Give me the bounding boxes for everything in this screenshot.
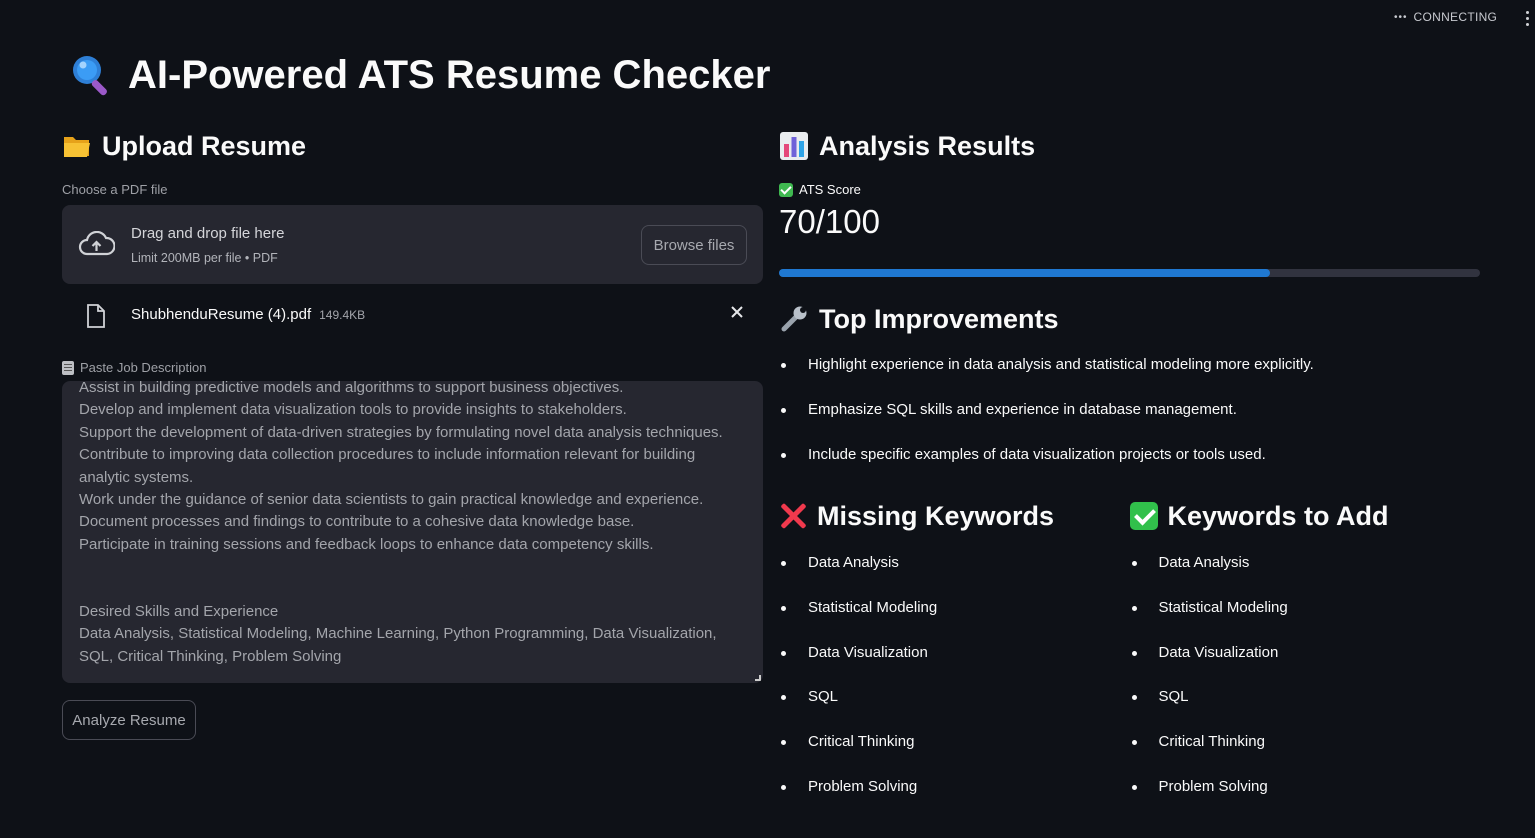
keyword-to-add-item: Data Visualization bbox=[1130, 643, 1481, 688]
dropzone-instructions: Drag and drop file here bbox=[131, 225, 285, 242]
magnifier-icon bbox=[73, 56, 107, 96]
file-dropzone[interactable]: Drag and drop file here Limit 200MB per … bbox=[62, 205, 763, 284]
ats-score-progress bbox=[779, 269, 1480, 277]
keyword-to-add-item: Data Analysis bbox=[1130, 553, 1481, 598]
wrench-icon bbox=[781, 306, 807, 332]
check-icon bbox=[779, 182, 793, 197]
resize-handle-icon[interactable] bbox=[755, 675, 761, 681]
ats-score-progress-fill bbox=[779, 269, 1270, 277]
missing-keywords-list: Data Analysis Statistical Modeling Data Vi… bbox=[779, 553, 1130, 822]
check-mark-icon bbox=[1129, 502, 1158, 530]
results-heading: Analysis Results bbox=[779, 128, 1480, 164]
uploaded-file: ShubhenduResume (4).pdf 149.4KB bbox=[62, 284, 763, 348]
missing-keyword-item: Data Visualization bbox=[779, 643, 1130, 688]
page-title: AI-Powered ATS Resume Checker bbox=[68, 52, 770, 98]
bar-chart-icon bbox=[780, 132, 808, 160]
keywords-to-add-column: Keywords to Add Data Analysis Statistical… bbox=[1129, 490, 1481, 822]
missing-keyword-item: Data Analysis bbox=[779, 553, 1130, 598]
browse-files-button[interactable]: Browse files bbox=[641, 225, 747, 265]
cloud-upload-icon bbox=[78, 231, 115, 256]
keywords-to-add-list: Data Analysis Statistical Modeling Data Vi… bbox=[1130, 553, 1481, 822]
analyze-resume-button[interactable]: Analyze Resume bbox=[62, 700, 196, 740]
missing-keyword-item: SQL bbox=[779, 687, 1130, 732]
dropzone-limit: Limit 200MB per file • PDF bbox=[131, 251, 278, 265]
improvements-heading: Top Improvements bbox=[779, 301, 1480, 337]
missing-keywords-column: Missing Keywords Data Analysis Statistica… bbox=[779, 490, 1130, 822]
file-uploader-label: Choose a PDF file bbox=[62, 182, 168, 197]
missing-keyword-item: Problem Solving bbox=[779, 777, 1130, 822]
page-title-text: AI-Powered ATS Resume Checker bbox=[128, 52, 771, 97]
top-bar: ••• CONNECTING bbox=[0, 0, 1535, 34]
remove-file-icon[interactable] bbox=[729, 304, 745, 320]
job-description-textarea[interactable]: Assist in building predictive models and… bbox=[62, 381, 763, 683]
missing-keywords-heading: Missing Keywords bbox=[779, 498, 1130, 534]
upload-column: Upload Resume Choose a PDF file Drag and… bbox=[62, 128, 763, 740]
missing-keyword-item: Statistical Modeling bbox=[779, 598, 1130, 643]
keywords-to-add-heading: Keywords to Add bbox=[1129, 498, 1481, 534]
ats-score-value: 70/100 bbox=[779, 203, 880, 240]
improvement-item: Highlight experience in data analysis an… bbox=[779, 355, 1480, 400]
keywords-section: Missing Keywords Data Analysis Statistica… bbox=[779, 490, 1480, 822]
results-column: Analysis Results ATS Score 70/100 Top Im… bbox=[779, 128, 1480, 822]
status-label: CONNECTING bbox=[1413, 10, 1498, 24]
file-name: ShubhenduResume (4).pdf bbox=[131, 306, 312, 323]
folder-icon bbox=[64, 137, 90, 157]
file-icon bbox=[87, 304, 105, 328]
upload-heading: Upload Resume bbox=[62, 128, 763, 164]
file-size: 149.4KB bbox=[319, 308, 366, 322]
ats-score-label: ATS Score bbox=[779, 182, 1480, 197]
improvements-list: Highlight experience in data analysis an… bbox=[779, 355, 1480, 490]
memo-icon bbox=[62, 360, 74, 375]
keyword-to-add-item: Statistical Modeling bbox=[1130, 598, 1481, 643]
status-dots-icon: ••• bbox=[1394, 11, 1408, 23]
connection-status: ••• CONNECTING bbox=[1394, 10, 1497, 24]
main-menu-button[interactable] bbox=[1520, 8, 1534, 28]
job-description-label: Paste Job Description bbox=[62, 360, 763, 375]
cross-mark-icon bbox=[779, 502, 807, 530]
improvement-item: Emphasize SQL skills and experience in d… bbox=[779, 400, 1480, 445]
keyword-to-add-item: Problem Solving bbox=[1130, 777, 1481, 822]
improvement-item: Include specific examples of data visual… bbox=[779, 445, 1480, 490]
missing-keyword-item: Critical Thinking bbox=[779, 732, 1130, 777]
keyword-to-add-item: Critical Thinking bbox=[1130, 732, 1481, 777]
keyword-to-add-item: SQL bbox=[1130, 687, 1481, 732]
